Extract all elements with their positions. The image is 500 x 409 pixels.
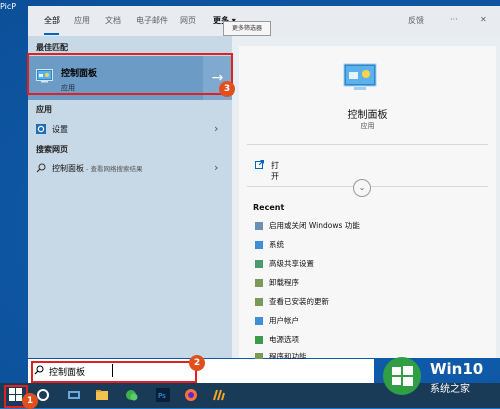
tab-documents[interactable]: 文档 (105, 15, 121, 26)
tab-all[interactable]: 全部 (44, 15, 60, 26)
apps-heading: 应用 (36, 105, 52, 114)
web-result-query: 控制面板 (52, 164, 84, 173)
tooltip: 更多筛选器 (223, 21, 271, 36)
feedback-button[interactable]: 反馈 (408, 15, 424, 26)
recent-item-label: 高级共享设置 (269, 259, 314, 268)
close-button[interactable]: ✕ (480, 15, 487, 24)
preview-subtitle: 应用 (360, 122, 375, 130)
recent-item[interactable]: 查看已安装的更新 (255, 296, 485, 308)
cortana-icon[interactable] (36, 388, 50, 402)
web-search-heading: 搜索网页 (36, 145, 68, 154)
app-result-label: 设置 (52, 125, 68, 134)
file-explorer-icon[interactable] (95, 388, 109, 402)
uninstall-icon (255, 279, 263, 287)
search-icon (36, 163, 46, 173)
best-match-highlight (27, 53, 233, 95)
recent-item-label: 查看已安装的更新 (269, 297, 329, 306)
updates-icon (255, 298, 263, 306)
more-options-button[interactable]: ··· (450, 15, 458, 24)
watermark-line1: Win10 (430, 360, 484, 378)
web-result[interactable]: 控制面板 - 查看网络搜索结果 › (28, 158, 232, 178)
photoshop-icon[interactable]: Ps (156, 388, 170, 402)
power-options-icon (255, 336, 263, 344)
recent-item[interactable]: 电源选项 (255, 334, 485, 346)
search-box-highlight (31, 361, 197, 383)
desktop-shortcut-label: PicP (0, 2, 17, 11)
preview-pane: 控制面板 应用 打开 ⌄ Recent 启用或关闭 Windows 功能 系统 … (239, 46, 496, 361)
tab-apps[interactable]: 应用 (74, 15, 90, 26)
recent-item[interactable]: 卸载程序 (255, 277, 485, 289)
recent-item[interactable]: 启用或关闭 Windows 功能 (255, 220, 485, 232)
step-badge-3: 3 (219, 81, 235, 97)
app-result-settings[interactable]: 设置 › (28, 119, 232, 139)
svg-text:Ps: Ps (158, 392, 166, 400)
web-result-label: 控制面板 - 查看网络搜索结果 (52, 163, 142, 174)
control-panel-icon (343, 63, 377, 90)
step-badge-1: 1 (22, 393, 38, 409)
active-tab-indicator (44, 33, 59, 35)
recent-item[interactable]: 用户帐户 (255, 315, 485, 327)
chevron-right-icon[interactable]: › (214, 122, 218, 135)
recent-item[interactable]: 高级共享设置 (255, 258, 485, 270)
open-label: 打开 (271, 161, 279, 181)
recent-item[interactable]: 系统 (255, 239, 485, 251)
windows-features-icon (255, 222, 263, 230)
firefox-icon[interactable] (184, 388, 198, 402)
recent-item-label: 系统 (269, 240, 284, 249)
app-icon[interactable] (212, 388, 226, 402)
task-view-icon[interactable] (67, 388, 81, 402)
recent-item-label: 电源选项 (269, 335, 299, 344)
sharing-settings-icon (255, 260, 263, 268)
system-icon (255, 241, 263, 249)
watermark-logo-icon (383, 357, 421, 395)
divider (247, 144, 488, 145)
web-result-hint: - 查看网络搜索结果 (84, 165, 143, 173)
best-match-heading: 最佳匹配 (36, 43, 68, 52)
open-icon (255, 160, 264, 169)
preview-title: 控制面板 (347, 110, 388, 121)
tab-email[interactable]: 电子邮件 (136, 15, 168, 26)
settings-gear-icon (36, 124, 46, 134)
chevron-right-icon[interactable]: › (214, 161, 218, 174)
recent-item-label: 卸载程序 (269, 278, 299, 287)
tab-web[interactable]: 网页 (180, 15, 196, 26)
recent-item-label: 用户帐户 (269, 316, 299, 325)
step-badge-2: 2 (189, 355, 205, 371)
recent-item-label: 启用或关闭 Windows 功能 (269, 221, 360, 230)
desktop-shortcut[interactable]: PicP (0, 0, 28, 16)
watermark: Win10 系统之家 (380, 352, 498, 400)
wechat-icon[interactable] (125, 388, 139, 402)
user-accounts-icon (255, 317, 263, 325)
watermark-line2: 系统之家 (430, 384, 470, 395)
recent-heading: Recent (253, 203, 285, 212)
chevron-down-icon[interactable]: ⌄ (353, 179, 371, 197)
